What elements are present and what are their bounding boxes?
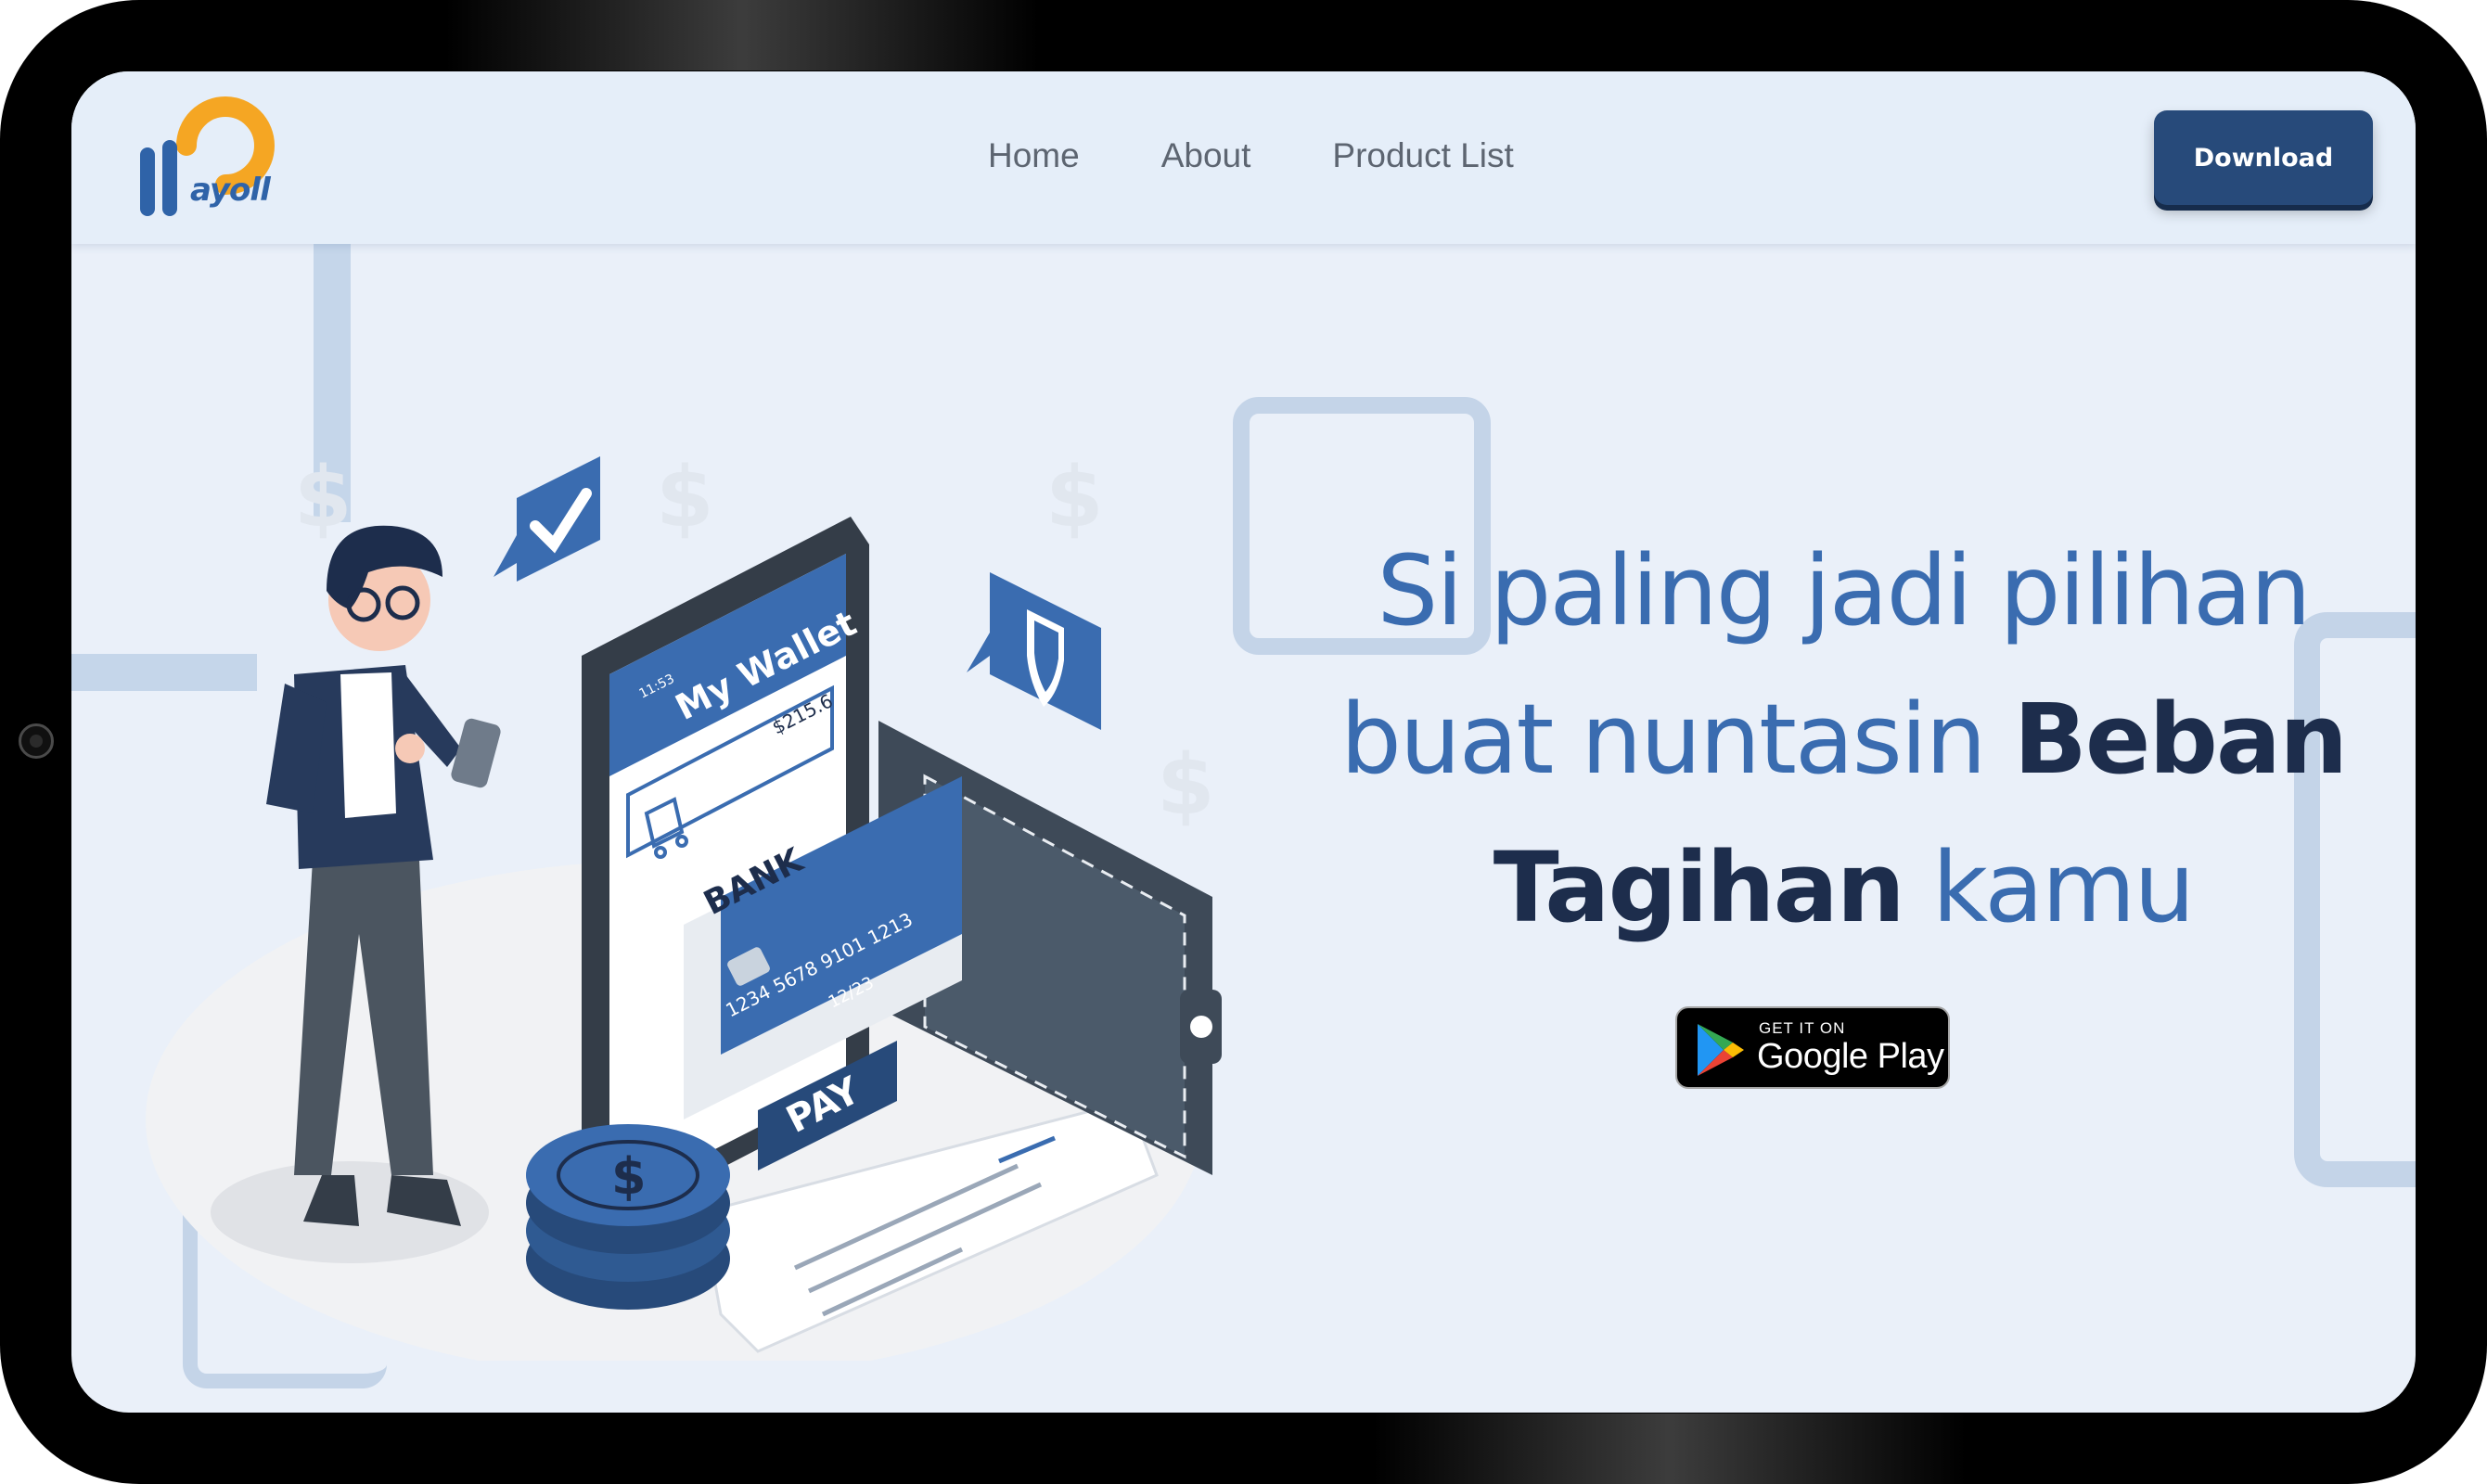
hero-line-3: Tagihan kamu (1231, 813, 2416, 962)
hero-line-2-strong: Beban (2013, 683, 2348, 796)
hero-illustration: $ $ $ $ 11:53 My Wallet $215.6 BANK 1234… (146, 449, 1222, 1361)
hero-headline: Si paling jadi pilihan buat nuntasin Beb… (1231, 517, 2416, 962)
play-badge-small-text: GET IT ON (1759, 1019, 1846, 1037)
nav-product-list[interactable]: Product List (1332, 136, 1513, 175)
check-bubble-icon (494, 456, 600, 582)
coin-stack: $ (526, 1124, 730, 1310)
coin-symbol: $ (611, 1147, 647, 1206)
play-badge-big-text: Google Play (1757, 1037, 1944, 1076)
screen: ayoll Home About Product List Download $… (71, 71, 2416, 1413)
hero-line-3-regular: kamu (1903, 831, 2195, 944)
hero-line-2-regular: buat nuntasin (1340, 683, 2014, 796)
google-play-badge[interactable]: GET IT ON Google Play (1675, 1006, 1950, 1089)
main-nav: Home About Product List (988, 136, 1596, 175)
hero-line-2: buat nuntasin Beban (1231, 665, 2416, 813)
bg-dollar-mark: $ (656, 449, 714, 546)
bg-dollar-mark: $ (1157, 736, 1215, 834)
nav-about[interactable]: About (1161, 136, 1251, 175)
hero-line-1-text: Si paling jadi pilihan (1377, 534, 2311, 647)
frame-glare-top (445, 0, 1039, 70)
shield-bubble-icon (967, 572, 1101, 730)
tablet-frame: ayoll Home About Product List Download $… (0, 0, 2487, 1484)
download-button[interactable]: Download (2154, 110, 2373, 205)
hero-line-1: Si paling jadi pilihan (1231, 517, 2416, 665)
site-header: ayoll Home About Product List Download (71, 71, 2416, 244)
nav-home[interactable]: Home (988, 136, 1080, 175)
frame-glare-bottom (1373, 1414, 1967, 1484)
hero-line-3-strong: Tagihan (1493, 831, 1905, 944)
bg-dollar-mark: $ (294, 449, 353, 546)
logo-wordmark: ayoll (190, 172, 271, 209)
google-play-icon (1698, 1024, 1744, 1076)
bg-dollar-mark: $ (1045, 449, 1104, 546)
camera-icon (19, 723, 54, 759)
